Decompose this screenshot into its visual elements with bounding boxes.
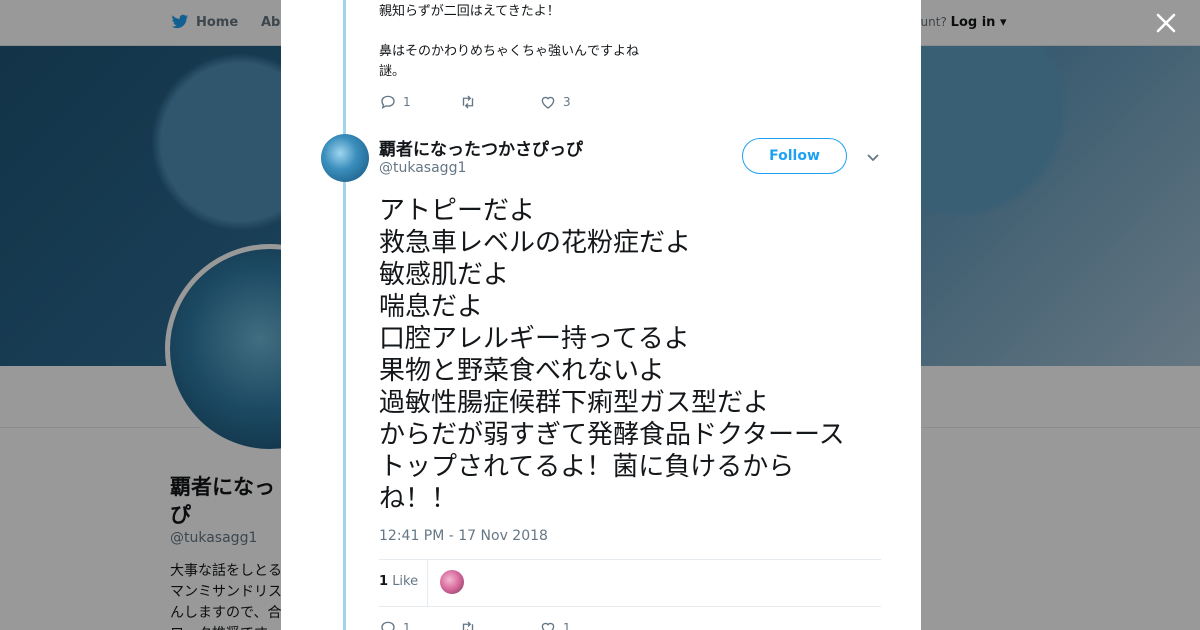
divider bbox=[379, 606, 881, 607]
like-button[interactable]: 1 bbox=[539, 619, 619, 630]
reply-count: 1 bbox=[403, 621, 411, 630]
retweet-icon bbox=[462, 95, 474, 109]
tweet-line: ね！！ bbox=[379, 484, 458, 514]
more-options-button[interactable] bbox=[866, 149, 880, 163]
close-icon bbox=[1156, 13, 1176, 33]
tweet-line: アトピーだよ bbox=[379, 196, 536, 226]
heart-icon bbox=[541, 96, 555, 109]
tweet-line: 口腔アレルギー持ってるよ bbox=[379, 324, 690, 354]
author-display-name[interactable]: 覇者になったつかさぴっぴ bbox=[379, 135, 583, 160]
previous-tweet-line: 親知らずが二回はえてきたよ！ bbox=[379, 4, 560, 19]
tweet-line: 過敏性腸症候群下痢型ガス型だよ bbox=[379, 388, 770, 418]
reply-icon bbox=[381, 621, 395, 630]
tweet-actions: 1 1 bbox=[379, 619, 619, 630]
retweet-button[interactable] bbox=[459, 619, 539, 630]
close-modal-button[interactable] bbox=[1153, 12, 1179, 38]
follow-button[interactable]: Follow bbox=[742, 138, 847, 174]
tweet-timestamp[interactable]: 12:41 PM - 17 Nov 2018 bbox=[379, 528, 548, 544]
tweet-line: 敏感肌だよ bbox=[379, 260, 510, 290]
author-avatar[interactable] bbox=[321, 134, 369, 182]
previous-tweet-line: 鼻はそのかわりめちゃくちゃ強いんですよね bbox=[379, 44, 640, 59]
heart-icon bbox=[541, 622, 555, 630]
retweet-button[interactable] bbox=[459, 93, 539, 111]
like-count: 1 bbox=[563, 621, 571, 630]
divider bbox=[379, 559, 881, 560]
previous-tweet-actions: 1 3 bbox=[379, 93, 619, 111]
likes-count: 1 bbox=[379, 574, 389, 589]
retweet-icon bbox=[462, 621, 474, 630]
chevron-down-icon bbox=[867, 154, 879, 162]
reply-button[interactable]: 1 bbox=[379, 93, 459, 111]
reply-button[interactable]: 1 bbox=[379, 619, 459, 630]
previous-tweet-text: 親知らずが二回はえてきたよ！ 鼻はそのかわりめちゃくちゃ強いんですよね 謎。 bbox=[379, 2, 859, 82]
tweet-line: からだが弱すぎて発酵食品ドクターース bbox=[379, 420, 845, 450]
like-button[interactable]: 3 bbox=[539, 93, 619, 111]
like-count: 3 bbox=[563, 95, 571, 109]
author-handle[interactable]: @tukasagg1 bbox=[379, 160, 466, 176]
likes-stat[interactable]: 1 Like bbox=[379, 574, 418, 589]
reply-count: 1 bbox=[403, 95, 411, 109]
previous-tweet-line bbox=[379, 22, 859, 42]
tweet-modal: 親知らずが二回はえてきたよ！ 鼻はそのかわりめちゃくちゃ強いんですよね 謎。 1… bbox=[281, 0, 921, 630]
tweet-text: アトピーだよ 救急車レベルの花粉症だよ 敏感肌だよ 喘息だよ 口腔アレルギー持っ… bbox=[379, 195, 869, 515]
thread-line bbox=[343, 0, 346, 630]
tweet-line: 果物と野菜食べれないよ bbox=[379, 356, 665, 386]
reply-icon bbox=[381, 95, 395, 109]
tweet-line: トップされてるよ！菌に負けるから bbox=[379, 452, 795, 482]
liker-avatar[interactable] bbox=[440, 570, 464, 594]
likes-separator bbox=[427, 560, 428, 606]
tweet-line: 喘息だよ bbox=[379, 292, 484, 322]
previous-tweet-line: 謎。 bbox=[379, 64, 406, 79]
tweet-line: 救急車レベルの花粉症だよ bbox=[379, 228, 692, 258]
likes-label: Like bbox=[392, 574, 419, 589]
